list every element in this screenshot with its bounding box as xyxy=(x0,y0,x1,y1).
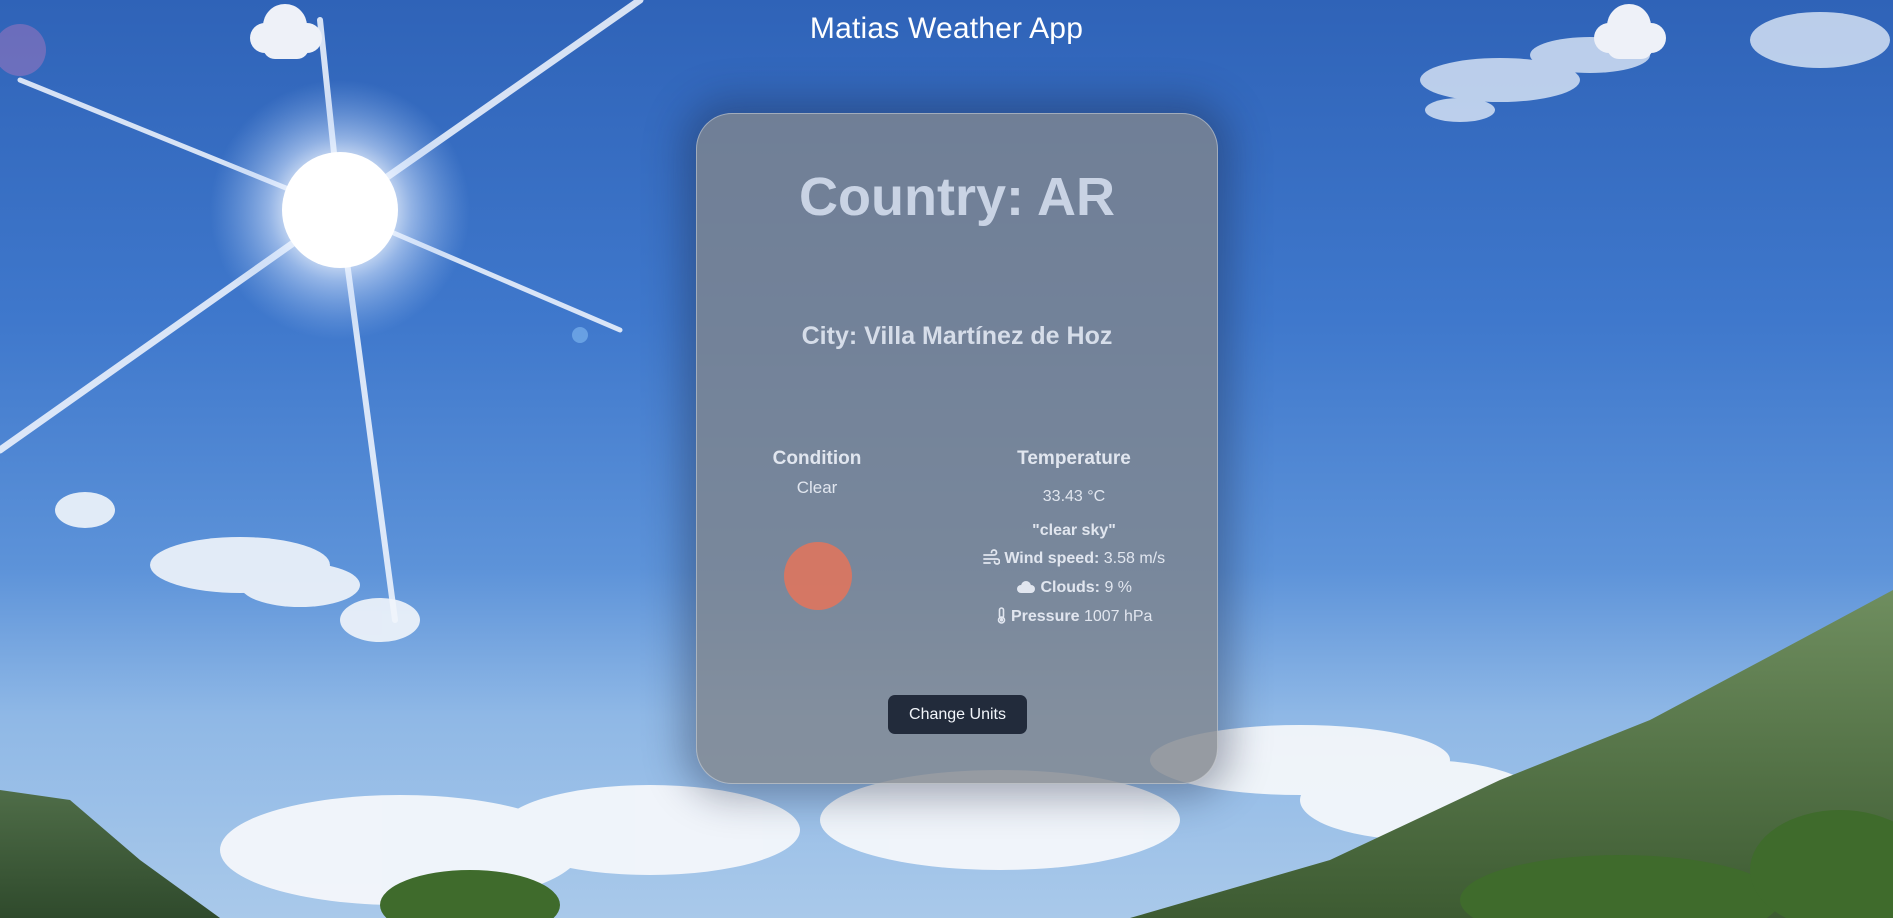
pressure-value: 1007 hPa xyxy=(1083,608,1153,625)
city-label: City: xyxy=(801,322,858,350)
temperature-section: Temperature 33.43 °C "clear sky" Wind sp… xyxy=(959,448,1189,627)
condition-value: Clear xyxy=(796,478,838,497)
country-value: AR xyxy=(1036,167,1115,227)
country-label: Country: xyxy=(799,167,1024,227)
condition-section: Condition Clear xyxy=(737,448,897,498)
clouds-value: 9 % xyxy=(1104,579,1133,596)
temperature-heading: Temperature xyxy=(1017,448,1131,469)
wind-speed-row: Wind speed: 3.58 m/s xyxy=(959,548,1189,569)
country-heading: Country: AR xyxy=(697,166,1217,228)
app-title: Matias Weather App xyxy=(809,12,1084,45)
city-value: Villa Martínez de Hoz xyxy=(864,322,1113,350)
thermometer-icon xyxy=(997,607,1005,624)
clouds-row: Clouds: 9 % xyxy=(959,577,1189,598)
clouds-label: Clouds: xyxy=(1040,579,1100,596)
temperature-value: 33.43 °C xyxy=(1042,488,1106,505)
condition-heading: Condition xyxy=(772,448,862,469)
pressure-row: Pressure 1007 hPa xyxy=(959,606,1189,627)
city-heading: City: Villa Martínez de Hoz xyxy=(697,322,1217,351)
wind-icon xyxy=(982,549,1000,565)
pressure-label: Pressure xyxy=(1010,608,1080,625)
weather-description: "clear sky" xyxy=(1032,522,1116,539)
cloud-icon xyxy=(1016,581,1035,593)
sun-dot-icon xyxy=(784,542,852,610)
change-units-button[interactable]: Change Units xyxy=(888,695,1027,734)
weather-app-screen: Matias Weather App Country: AR City: Vil… xyxy=(0,0,1893,918)
weather-card: Country: AR City: Villa Martínez de Hoz … xyxy=(696,113,1218,784)
wind-speed-value: 3.58 m/s xyxy=(1103,550,1166,567)
wind-speed-label: Wind speed: xyxy=(1004,550,1100,567)
